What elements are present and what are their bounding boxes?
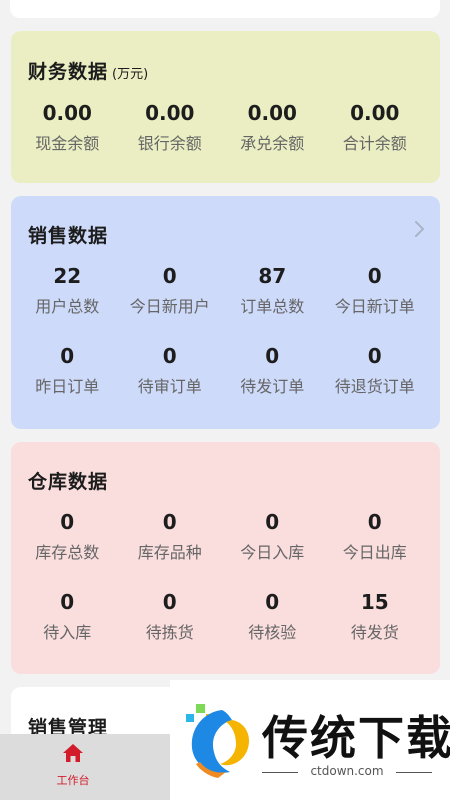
sales-label: 待审订单 bbox=[137, 377, 202, 396]
home-icon bbox=[63, 744, 83, 762]
sales-label: 用户总数 bbox=[35, 297, 100, 316]
warehouse-value: 15 bbox=[360, 590, 389, 614]
sales-card[interactable]: 销售数据 22 用户总数 0 今日新用户 87 订单总数 0 今日新订单 0 昨日订单 0… bbox=[11, 196, 440, 429]
warehouse-item[interactable]: 0 库存品种 bbox=[119, 508, 222, 588]
sales-value: 0 bbox=[162, 344, 177, 368]
sales-value: 87 bbox=[258, 264, 287, 288]
warehouse-row-2: 0 待入库 0 待拣货 0 待核验 15 待发货 bbox=[11, 588, 440, 668]
finance-value: 0.00 bbox=[350, 101, 400, 125]
sales-row-2: 0 昨日订单 0 待审订单 0 待发订单 0 待退货订单 bbox=[11, 342, 440, 422]
warehouse-label: 待核验 bbox=[248, 623, 297, 642]
finance-label: 承兑余额 bbox=[240, 134, 305, 153]
warehouse-label: 今日入库 bbox=[240, 543, 305, 562]
warehouse-value: 0 bbox=[60, 590, 75, 614]
finance-unit: (万元) bbox=[112, 67, 149, 82]
warehouse-value: 0 bbox=[367, 510, 382, 534]
sales-label: 待发订单 bbox=[240, 377, 305, 396]
watermark: 传统下载 ctdown.com bbox=[170, 680, 450, 800]
finance-item[interactable]: 0.00 现金余额 bbox=[16, 99, 119, 179]
finance-label: 合计余额 bbox=[342, 134, 407, 153]
sales-grid: 22 用户总数 0 今日新用户 87 订单总数 0 今日新订单 0 昨日订单 0 待审订单 … bbox=[11, 262, 440, 422]
sales-item[interactable]: 0 待审订单 bbox=[119, 342, 222, 422]
warehouse-item[interactable]: 0 今日出库 bbox=[324, 508, 427, 588]
finance-item[interactable]: 0.00 银行余额 bbox=[119, 99, 222, 179]
sales-item[interactable]: 0 待发订单 bbox=[221, 342, 324, 422]
finance-item[interactable]: 0.00 合计余额 bbox=[324, 99, 427, 179]
warehouse-label: 待发货 bbox=[350, 623, 399, 642]
watermark-url: ctdown.com bbox=[262, 764, 432, 778]
finance-row-1: 0.00 现金余额 0.00 银行余额 0.00 承兑余额 0.00 合计余额 bbox=[11, 99, 440, 179]
warehouse-item[interactable]: 0 待核验 bbox=[221, 588, 324, 668]
finance-value: 0.00 bbox=[247, 101, 297, 125]
sales-title: 销售数据 bbox=[28, 221, 108, 248]
warehouse-item[interactable]: 0 待拣货 bbox=[119, 588, 222, 668]
warehouse-row-1: 0 库存总数 0 库存品种 0 今日入库 0 今日出库 bbox=[11, 508, 440, 588]
warehouse-item[interactable]: 0 今日入库 bbox=[221, 508, 324, 588]
warehouse-item[interactable]: 0 库存总数 bbox=[16, 508, 119, 588]
sales-value: 0 bbox=[265, 344, 280, 368]
bottom-tabbar: 工作台 bbox=[0, 734, 170, 800]
brand-logo-icon bbox=[186, 704, 250, 778]
warehouse-value: 0 bbox=[60, 510, 75, 534]
sales-label: 订单总数 bbox=[240, 297, 305, 316]
sales-value: 0 bbox=[367, 264, 382, 288]
tab-workbench-label: 工作台 bbox=[56, 774, 90, 787]
finance-value: 0.00 bbox=[145, 101, 195, 125]
finance-title: 财务数据 (万元) bbox=[28, 57, 148, 84]
finance-item[interactable]: 0.00 承兑余额 bbox=[221, 99, 324, 179]
sales-value: 0 bbox=[60, 344, 75, 368]
finance-title-text: 财务数据 bbox=[28, 61, 109, 83]
sales-item[interactable]: 87 订单总数 bbox=[221, 262, 324, 342]
sales-item[interactable]: 22 用户总数 bbox=[16, 262, 119, 342]
warehouse-value: 0 bbox=[265, 590, 280, 614]
sales-label: 今日新订单 bbox=[334, 297, 415, 316]
warehouse-label: 待拣货 bbox=[145, 623, 194, 642]
sales-item[interactable]: 0 昨日订单 bbox=[16, 342, 119, 422]
sales-label: 待退货订单 bbox=[334, 377, 415, 396]
tab-workbench[interactable]: 工作台 bbox=[0, 734, 146, 800]
watermark-brand: 传统下载 bbox=[262, 711, 450, 765]
finance-grid: 0.00 现金余额 0.00 银行余额 0.00 承兑余额 0.00 合计余额 bbox=[11, 99, 440, 179]
sales-label: 昨日订单 bbox=[35, 377, 100, 396]
sales-value: 22 bbox=[53, 264, 82, 288]
sales-item[interactable]: 0 今日新订单 bbox=[324, 262, 427, 342]
finance-card: 财务数据 (万元) 0.00 现金余额 0.00 银行余额 0.00 承兑余额 0.00… bbox=[11, 31, 440, 183]
top-card-partial bbox=[10, 0, 440, 18]
warehouse-card: 仓库数据 0 库存总数 0 库存品种 0 今日入库 0 今日出库 0 待入库 0 待拣货 0… bbox=[11, 442, 440, 674]
finance-value: 0.00 bbox=[42, 101, 92, 125]
dashboard-screen: 财务数据 (万元) 0.00 现金余额 0.00 银行余额 0.00 承兑余额 0.00… bbox=[0, 0, 450, 800]
warehouse-value: 0 bbox=[162, 510, 177, 534]
warehouse-label: 今日出库 bbox=[342, 543, 407, 562]
sales-item[interactable]: 0 今日新用户 bbox=[119, 262, 222, 342]
sales-value: 0 bbox=[367, 344, 382, 368]
warehouse-item[interactable]: 15 待发货 bbox=[324, 588, 427, 668]
chevron-right-icon[interactable] bbox=[410, 220, 428, 238]
warehouse-label: 库存品种 bbox=[137, 543, 202, 562]
warehouse-title: 仓库数据 bbox=[28, 467, 108, 494]
warehouse-item[interactable]: 0 待入库 bbox=[16, 588, 119, 668]
finance-label: 现金余额 bbox=[35, 134, 100, 153]
sales-row-1: 22 用户总数 0 今日新用户 87 订单总数 0 今日新订单 bbox=[11, 262, 440, 342]
finance-label: 银行余额 bbox=[137, 134, 202, 153]
warehouse-grid: 0 库存总数 0 库存品种 0 今日入库 0 今日出库 0 待入库 0 待拣货 0 待核验 1… bbox=[11, 508, 440, 668]
warehouse-label: 库存总数 bbox=[35, 543, 100, 562]
warehouse-value: 0 bbox=[265, 510, 280, 534]
sales-label: 今日新用户 bbox=[129, 297, 210, 316]
warehouse-value: 0 bbox=[162, 590, 177, 614]
warehouse-label: 待入库 bbox=[43, 623, 92, 642]
warehouse-title-text: 仓库数据 bbox=[28, 471, 109, 493]
sales-item[interactable]: 0 待退货订单 bbox=[324, 342, 427, 422]
sales-value: 0 bbox=[162, 264, 177, 288]
sales-title-text: 销售数据 bbox=[28, 225, 109, 247]
